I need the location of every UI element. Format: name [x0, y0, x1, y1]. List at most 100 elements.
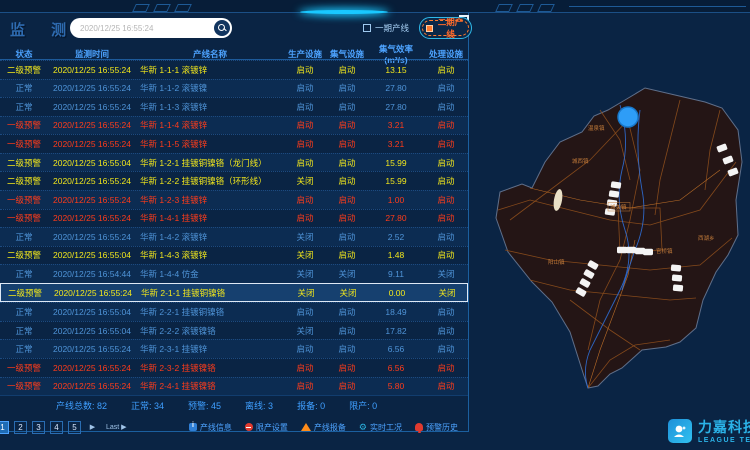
town-label: 阳山镇 [548, 258, 565, 266]
phase2-button[interactable]: 二期产线 [419, 17, 472, 39]
table-row[interactable]: 一级预警2020/12/25 16:55:24华新 1-4-1 挂镀锌启动启动2… [0, 209, 468, 228]
cell-prod: 关闭 [285, 287, 327, 299]
brand-logo-icon [668, 419, 692, 443]
cell-gas: 启动 [326, 325, 368, 337]
table-row[interactable]: 二级预警2020/12/25 16:55:04华新 1-2-1 挂镀铜镍铬（龙门… [0, 153, 468, 172]
top-decoration-bar [0, 0, 750, 13]
town-label: 城西镇 [572, 157, 589, 165]
cluster-marker[interactable] [618, 107, 638, 127]
legend-item[interactable]: ⚙实时工况 [359, 422, 402, 433]
cell-treat: 关闭 [424, 268, 468, 280]
cell-prod: 启动 [284, 212, 326, 224]
cell-rate: 3.21 [368, 139, 424, 149]
cell-rate: 5.80 [368, 381, 424, 391]
brand-name: 力嘉科技 [698, 417, 750, 437]
table-row[interactable]: 正常2020/12/25 16:55:24华新 1-4-2 滚镀锌关闭启动2.5… [0, 227, 468, 246]
cell-rate: 27.80 [368, 102, 424, 112]
last-page-button[interactable]: Last ▶ [104, 421, 129, 434]
cell-rate: 9.11 [368, 269, 424, 279]
cell-prod: 关闭 [284, 249, 326, 261]
table-row[interactable]: 二级预警2020/12/25 16:55:24华新 1-1-1 滚镀锌启动启动1… [0, 60, 468, 79]
cell-prod: 启动 [284, 82, 326, 94]
cell-rate: 2.52 [368, 232, 424, 242]
table-row[interactable]: 一级预警2020/12/25 16:55:24华新 2-3-2 挂镀镍铬启动启动… [0, 358, 468, 377]
cell-time: 2020/12/25 16:55:24 [48, 65, 136, 75]
cell-name: 华新 2-2-1 挂镀铜镍铬 [136, 306, 284, 318]
cell-rate: 1.48 [368, 250, 424, 260]
cell-status: 正常 [0, 268, 48, 280]
column-header: 处理设施 [424, 48, 468, 60]
legend-label: 限产设置 [256, 422, 288, 433]
table-row[interactable]: 二级预警2020/12/25 16:55:04华新 1-4-3 滚镀锌关闭启动1… [0, 246, 468, 265]
page-button-5[interactable]: 5 [68, 421, 81, 434]
cell-status: 二级预警 [0, 157, 48, 169]
table-row[interactable]: 正常2020/12/25 16:55:04华新 2-2-2 滚镀镍铬关闭启动17… [0, 321, 468, 340]
page-button-4[interactable]: 4 [50, 421, 63, 434]
deco-line [569, 6, 746, 7]
deco-shape [132, 4, 150, 12]
cell-treat: 启动 [424, 306, 468, 318]
cell-status: 正常 [0, 231, 48, 243]
table-row[interactable]: 正常2020/12/25 16:54:44华新 1-4-4 仿金关闭关闭9.11… [0, 264, 468, 283]
cell-treat: 启动 [424, 175, 468, 187]
cell-name: 华新 2-3-1 挂镀锌 [136, 343, 284, 355]
table-header: 状态监测时间产线名称生产设施集气设施集气效率(m³/s)处理设施 [0, 43, 468, 60]
summary-item: 预警: 45 [188, 399, 221, 412]
cell-prod: 启动 [284, 64, 326, 76]
site-marker[interactable] [672, 274, 683, 281]
column-header: 生产设施 [284, 48, 326, 60]
cell-name: 华新 2-3-2 挂镀镍铬 [136, 362, 284, 374]
page-button-3[interactable]: 3 [32, 421, 45, 434]
checkbox-icon[interactable] [363, 24, 371, 32]
site-marker[interactable] [643, 249, 653, 255]
cell-gas: 启动 [326, 212, 368, 224]
search-box[interactable] [70, 18, 232, 38]
cell-status: 二级预警 [1, 287, 49, 299]
site-marker[interactable] [617, 247, 627, 253]
table-row[interactable]: 正常2020/12/25 16:55:04华新 2-2-1 挂镀铜镍铬启动启动1… [0, 302, 468, 321]
pagination: 12345 ▶ Last ▶ [0, 421, 129, 434]
cell-treat: 启动 [424, 231, 468, 243]
info-square-icon [189, 423, 197, 431]
cell-name: 华新 1-2-1 挂镀铜镍铬（龙门线） [136, 157, 284, 169]
search-input[interactable] [70, 24, 214, 33]
table-row[interactable]: 二级预警2020/12/25 16:55:24华新 2-1-1 挂镀铜镍铬关闭关… [0, 283, 468, 303]
legend-label: 产线信息 [200, 422, 232, 433]
table-row[interactable]: 一级预警2020/12/25 16:55:24华新 1-2-3 挂镀锌启动启动1… [0, 190, 468, 209]
table-row[interactable]: 正常2020/12/25 16:55:24华新 1-1-2 滚镀镍启动启动27.… [0, 79, 468, 98]
legend-item[interactable]: 产线信息 [189, 422, 232, 433]
column-header: 集气设施 [326, 48, 368, 60]
site-marker[interactable] [626, 247, 636, 253]
table-row[interactable]: 正常2020/12/25 16:55:24华新 1-1-3 滚镀锌启动启动27.… [0, 97, 468, 116]
table-row[interactable]: 一级预警2020/12/25 16:55:24华新 1-1-4 滚镀锌启动启动3… [0, 116, 468, 135]
cell-gas: 启动 [326, 194, 368, 206]
deco-shape [516, 4, 534, 12]
page-button-2[interactable]: 2 [14, 421, 27, 434]
legend-item[interactable]: 产线报备 [301, 422, 346, 433]
search-icon[interactable] [214, 20, 230, 36]
page-button-1[interactable]: 1 [0, 421, 9, 434]
cell-status: 二级预警 [0, 175, 48, 187]
cell-treat: 启动 [424, 249, 468, 261]
cell-status: 一级预警 [0, 212, 48, 224]
cell-treat: 启动 [424, 380, 468, 392]
legend-item[interactable]: 限产设置 [245, 422, 288, 433]
cell-prod: 启动 [284, 138, 326, 150]
table-row[interactable]: 正常2020/12/25 16:55:24华新 2-3-1 挂镀锌启动启动6.5… [0, 339, 468, 358]
legend-item[interactable]: 预警历史 [415, 422, 458, 433]
cell-rate: 27.80 [368, 213, 424, 223]
table-row[interactable]: 一级预警2020/12/25 16:55:24华新 1-1-5 滚镀锌启动启动3… [0, 134, 468, 153]
site-marker[interactable] [673, 284, 684, 291]
table-row[interactable]: 二级预警2020/12/25 16:55:24华新 1-2-2 挂镀铜镍铬（环形… [0, 171, 468, 190]
phase1-checkbox[interactable]: 一期产线 [363, 22, 409, 34]
table-row[interactable]: 一级预警2020/12/25 16:55:24华新 2-4-1 挂镀镍铬启动启动… [0, 377, 468, 396]
cell-prod: 启动 [284, 101, 326, 113]
cell-treat: 启动 [424, 119, 468, 131]
cell-rate: 6.56 [368, 363, 424, 373]
site-marker[interactable] [671, 264, 682, 271]
cell-status: 一级预警 [0, 362, 48, 374]
next-page-button[interactable]: ▶ [86, 421, 99, 434]
cell-rate: 15.99 [368, 176, 424, 186]
district-map[interactable]: 温泉镇城西镇城关镇西湖乡官桥镇阳山镇 [470, 50, 750, 450]
cell-time: 2020/12/25 16:55:24 [49, 288, 137, 298]
